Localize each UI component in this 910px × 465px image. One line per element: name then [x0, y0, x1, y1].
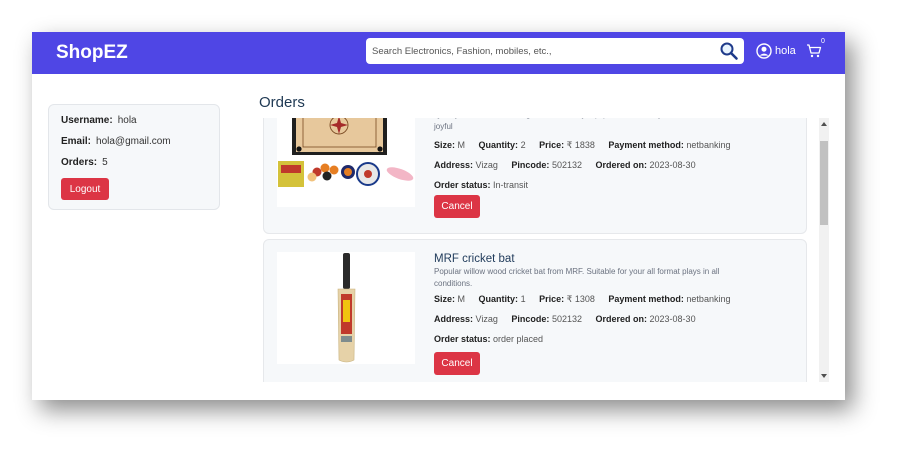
ordered-on-label: Ordered on:	[595, 160, 648, 170]
address-label: Address:	[434, 160, 474, 170]
quantity-label: Quantity:	[478, 294, 519, 304]
email-label: Email:	[61, 136, 92, 147]
order-title[interactable]: MRF cricket bat	[434, 253, 515, 265]
size-value: M	[457, 140, 466, 150]
username-row: Username: hola	[61, 115, 137, 126]
scroll-down-arrow-icon[interactable]	[821, 374, 827, 378]
orders-count-row: Orders: 5	[61, 157, 108, 168]
user-menu[interactable]: hola	[756, 43, 796, 59]
payment-value: netbanking	[686, 294, 731, 304]
size-label: Size:	[434, 140, 456, 150]
product-image-carrom-board	[277, 118, 415, 207]
order-status-row: Order status: order placed	[434, 334, 554, 344]
payment-value: netbanking	[686, 140, 731, 150]
order-meta-row-1: Size: M Quantity: 2 Price: ₹ 1838 Paymen…	[434, 140, 741, 151]
orders-scrollbar[interactable]	[819, 118, 829, 382]
search-input[interactable]	[366, 38, 706, 64]
quantity-value: 2	[520, 140, 526, 150]
ordered-on-label: Ordered on:	[595, 314, 648, 324]
product-image-cricket-bat	[277, 252, 415, 364]
order-description: Quality carrom board along with necessar…	[434, 118, 727, 131]
email-value: hola@gmail.com	[96, 136, 171, 147]
payment-label: Payment method:	[608, 140, 684, 150]
ordered-on-value: 2023-08-30	[649, 160, 696, 170]
order-meta-row-2: Address: Vizag Pincode: 502132 Ordered o…	[434, 160, 707, 170]
size-value: M	[457, 294, 466, 304]
cancel-order-button[interactable]: Cancel	[434, 195, 480, 218]
ordered-on-value: 2023-08-30	[649, 314, 696, 324]
order-description: Popular willow wood cricket bat from MRF…	[434, 267, 720, 288]
orders-count-label: Orders:	[61, 157, 98, 168]
order-meta-row-1: Size: M Quantity: 1 Price: ₹ 1308 Paymen…	[434, 294, 741, 305]
page-title: Orders	[259, 94, 305, 111]
pincode-label: Pincode:	[511, 314, 550, 324]
price-value: ₹ 1838	[566, 140, 595, 150]
cart-count-badge: 0	[821, 38, 825, 45]
quantity-label: Quantity:	[478, 140, 519, 150]
username-value: hola	[117, 115, 137, 126]
profile-card: Username: hola Email: hola@gmail.com Order…	[48, 104, 220, 210]
price-label: Price:	[539, 140, 565, 150]
cancel-order-button[interactable]: Cancel	[434, 352, 480, 375]
scrollbar-thumb[interactable]	[820, 141, 828, 225]
pincode-label: Pincode:	[511, 160, 550, 170]
order-status-row: Order status: In-transit	[434, 180, 539, 190]
status-value: In-transit	[493, 180, 529, 190]
order-card: Quality carrom board along with necessar…	[263, 118, 807, 234]
search-icon[interactable]	[719, 41, 739, 61]
pincode-value: 502132	[551, 314, 582, 324]
username-label: Username:	[61, 115, 113, 126]
payment-label: Payment method:	[608, 294, 684, 304]
pincode-value: 502132	[551, 160, 582, 170]
status-label: Order status:	[434, 180, 491, 190]
address-value: Vizag	[475, 314, 498, 324]
cart-icon[interactable]	[806, 43, 822, 59]
status-label: Order status:	[434, 334, 491, 344]
brand-logo[interactable]: ShopEZ	[56, 42, 128, 64]
price-label: Price:	[539, 294, 565, 304]
navbar: ShopEZ hola 0	[32, 32, 845, 74]
user-name: hola	[775, 45, 796, 57]
quantity-value: 1	[520, 294, 526, 304]
app-window: ShopEZ hola 0 Username: hola	[32, 32, 845, 400]
orders-list: Quality carrom board along with necessar…	[262, 118, 819, 382]
size-label: Size:	[434, 294, 456, 304]
scroll-up-arrow-icon[interactable]	[821, 122, 827, 126]
orders-count-value: 5	[102, 157, 108, 168]
price-value: ₹ 1308	[566, 294, 595, 304]
address-value: Vizag	[475, 160, 498, 170]
status-value: order placed	[493, 334, 544, 344]
address-label: Address:	[434, 314, 474, 324]
logout-button[interactable]: Logout	[61, 178, 109, 200]
user-icon	[756, 43, 772, 59]
search-bar	[366, 38, 744, 64]
order-card: MRF cricket bat Popular willow wood cric…	[263, 239, 807, 382]
email-row: Email: hola@gmail.com	[61, 136, 171, 147]
order-meta-row-2: Address: Vizag Pincode: 502132 Ordered o…	[434, 314, 707, 324]
